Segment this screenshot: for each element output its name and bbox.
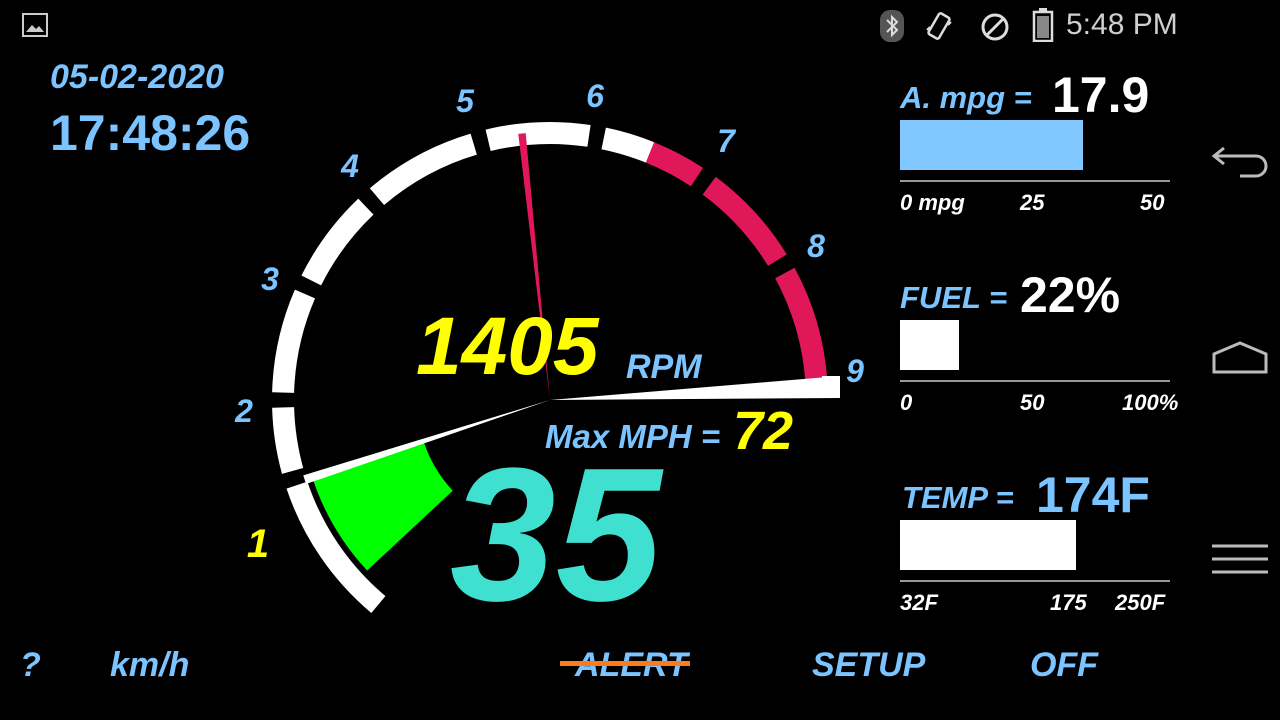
temp-value: 174F: [1036, 467, 1150, 523]
gauge-scale-label: 4: [340, 148, 359, 184]
max-mph-value: 72: [733, 401, 794, 461]
rpm-unit: RPM: [626, 348, 702, 386]
gauge-ring-segment: [369, 133, 477, 206]
speed-value: 35: [450, 429, 662, 641]
back-icon[interactable]: [1210, 138, 1274, 183]
gauge-scale-label: 3: [261, 261, 279, 297]
gauge-redline-segment: [645, 142, 704, 187]
fuel-tick-max: 100%: [1122, 390, 1179, 415]
fuel-tick-min: 0: [900, 390, 913, 415]
gauge-ring-segment: [272, 289, 316, 393]
gauge-end-cap: [822, 376, 840, 398]
mpg-label: A. mpg =: [900, 80, 1032, 115]
fuel-value: 22%: [1020, 267, 1121, 323]
mpg-tick-mid: 25: [1020, 190, 1045, 215]
rpm-value: 1405: [416, 301, 599, 392]
gauge-redline-segment: [702, 176, 787, 266]
mpg-value: 17.9: [1052, 67, 1150, 123]
fuel-label: FUEL =: [900, 280, 1008, 315]
gauge-scale-label: 9: [846, 353, 864, 389]
off-button[interactable]: OFF: [1030, 646, 1098, 685]
gauge-redline-segment: [775, 267, 828, 384]
temp-tick-min: 32F: [900, 590, 938, 615]
gauge-ring-segment: [601, 127, 655, 163]
fuel-bar: [900, 320, 959, 370]
mpg-bar: [900, 120, 1083, 170]
temp-bar: [900, 520, 1076, 570]
temp-tick-mid: 175: [1050, 590, 1087, 615]
mpg-tick-max: 50: [1140, 190, 1165, 215]
gauge-ring-segment: [272, 407, 304, 474]
gauge-ring-segment: [301, 198, 374, 286]
gauge-scale-label: 2: [234, 393, 253, 429]
mpg-scale-line: [900, 180, 1170, 182]
gauge-scale-label: 1: [247, 522, 269, 566]
mpg-tick-min: 0 mpg: [900, 190, 965, 215]
home-icon[interactable]: [1210, 340, 1270, 381]
setup-button[interactable]: SETUP: [812, 646, 925, 685]
temp-tick-max: 250F: [1115, 590, 1166, 615]
gauge-scale-label: 8: [807, 228, 825, 264]
gauge-scale-label: 5: [456, 83, 475, 119]
gauge-scale-label: 6: [586, 78, 604, 114]
alert-disabled-strike: [560, 661, 690, 666]
recents-icon[interactable]: [1210, 542, 1270, 581]
fuel-scale-line: [900, 380, 1170, 382]
gauge-scale-label: 7: [717, 123, 737, 159]
fuel-tick-mid: 50: [1020, 390, 1045, 415]
temp-scale-line: [900, 580, 1170, 582]
help-button[interactable]: ?: [20, 646, 41, 685]
units-toggle-button[interactable]: km/h: [110, 646, 189, 685]
temp-label: TEMP =: [902, 480, 1014, 515]
gauge-ring-segment: [485, 121, 591, 151]
